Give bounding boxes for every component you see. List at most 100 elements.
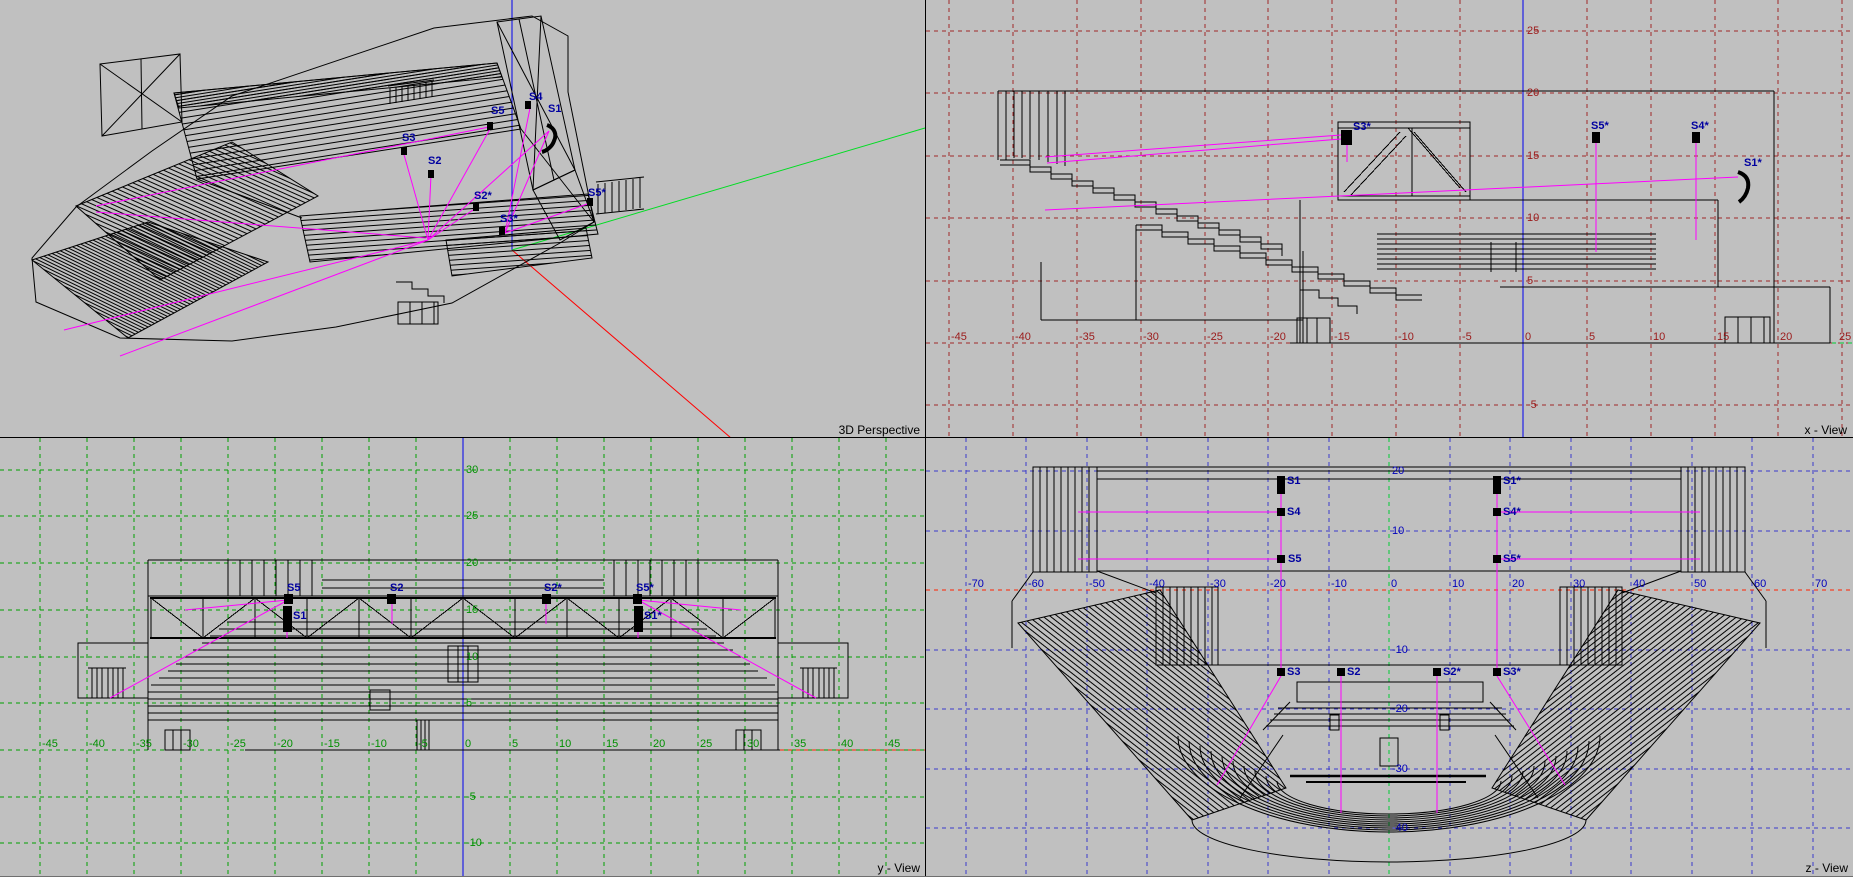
speaker-icon-s4 — [1277, 508, 1285, 516]
speaker-label-s1: S1 — [293, 610, 306, 622]
speaker-label-s2-star: S2* — [474, 190, 492, 202]
speaker-icon-s5-star — [633, 594, 642, 604]
svg-text:-5: -5 — [418, 738, 428, 750]
speaker-icon-s1-array — [1277, 476, 1285, 494]
speaker-icon-s5-star — [1592, 132, 1600, 143]
speaker-label-s4-star: S4* — [1503, 506, 1521, 518]
svg-text:-30: -30 — [183, 738, 199, 750]
speaker-icon-s5 — [487, 122, 493, 130]
speaker-label-s5-star: S5* — [1591, 120, 1609, 132]
speaker-icon-s1-array — [542, 125, 555, 152]
svg-text:15: 15 — [1717, 331, 1729, 343]
speaker-icon-s2 — [428, 170, 434, 178]
svg-text:40: 40 — [1633, 578, 1645, 590]
speaker-icon-s2 — [1337, 668, 1345, 676]
svg-text:-40: -40 — [1149, 578, 1165, 590]
svg-text:15: 15 — [606, 738, 618, 750]
speaker-label-s3-star: S3* — [500, 213, 518, 225]
speaker-label-s1-star: S1* — [1503, 475, 1521, 487]
svg-text:15: 15 — [1527, 150, 1539, 162]
speaker-icon-s4-star — [1692, 132, 1700, 143]
svg-text:30: 30 — [466, 464, 478, 476]
speaker-icon-s2-star — [473, 203, 479, 211]
view-3d-perspective[interactable]: S4 S1 S5 S3 S2 S2* S3* S5* 3D Perspectiv… — [0, 0, 926, 438]
svg-text:30: 30 — [1573, 578, 1585, 590]
speaker-label-s2: S2 — [428, 155, 441, 167]
svg-text:20: 20 — [1780, 331, 1792, 343]
svg-text:10: 10 — [466, 651, 478, 663]
speaker-label-s4: S4 — [529, 91, 543, 103]
speaker-label-s2: S2 — [390, 582, 403, 594]
svg-text:-30: -30 — [1210, 578, 1226, 590]
svg-text:25: 25 — [466, 510, 478, 522]
3d-hall-wireframe — [32, 16, 644, 341]
speaker-label-s3: S3 — [1287, 666, 1300, 678]
view-x[interactable]: S3* S5* S4* S1* -45 -40 -35 -30 -25 -20 … — [926, 0, 1853, 438]
svg-text:20: 20 — [1527, 87, 1539, 99]
speaker-label-s1: S1 — [548, 103, 561, 115]
speaker-label-s2-star: S2* — [544, 582, 562, 594]
view-title-x: x - View — [1805, 423, 1848, 437]
speaker-label-s5-star: S5* — [636, 582, 654, 594]
speaker-label-s3-star: S3* — [1503, 666, 1521, 678]
svg-text:5: 5 — [466, 697, 472, 709]
svg-text:25: 25 — [1527, 25, 1539, 37]
speaker-icon-s2-star — [542, 594, 551, 604]
speaker-label-s3: S3 — [402, 132, 415, 144]
svg-text:20: 20 — [653, 738, 665, 750]
svg-text:-45: -45 — [42, 738, 58, 750]
svg-text:-10: -10 — [1392, 644, 1408, 656]
svg-text:-15: -15 — [324, 738, 340, 750]
speaker-icon-s5-star — [1493, 555, 1501, 563]
svg-text:-30: -30 — [1143, 331, 1159, 343]
svg-text:-40: -40 — [1392, 822, 1408, 834]
svg-text:15: 15 — [466, 604, 478, 616]
speaker-icon-s1-array — [283, 606, 292, 632]
view-z[interactable]: S1 S4 S5 S3 S2 S1* S4* S5* S3* S2* -70 -… — [926, 438, 1853, 876]
svg-text:35: 35 — [794, 738, 806, 750]
svg-text:-5: -5 — [466, 791, 476, 803]
speaker-label-s4-star: S4* — [1691, 120, 1709, 132]
view-y[interactable]: S5 S2 S2* S5* S1 S1* -45 -40 -35 -30 -25… — [0, 438, 926, 876]
svg-text:-25: -25 — [230, 738, 246, 750]
speaker-icon-s3 — [1277, 668, 1285, 676]
speaker-icon-s2-star — [1433, 668, 1441, 676]
speaker-icon-s3-star — [1493, 668, 1501, 676]
svg-text:40: 40 — [841, 738, 853, 750]
speaker-label-s5-star: S5* — [588, 187, 606, 199]
svg-text:20: 20 — [1392, 465, 1404, 477]
svg-text:20: 20 — [466, 557, 478, 569]
speaker-icon-s5 — [284, 594, 293, 604]
svg-text:10: 10 — [1527, 212, 1539, 224]
speaker-label-s5: S5 — [491, 105, 504, 117]
quadrant-divider-horizontal — [0, 437, 1853, 438]
ease-main-window: S4 S1 S5 S3 S2 S2* S3* S5* 3D Perspectiv… — [0, 0, 1853, 895]
speaker-label-s1-star: S1* — [644, 610, 662, 622]
svg-text:-10: -10 — [371, 738, 387, 750]
svg-text:-20: -20 — [1392, 703, 1408, 715]
speaker-label-s5: S5 — [287, 582, 300, 594]
svg-text:-40: -40 — [1015, 331, 1031, 343]
svg-text:10: 10 — [1452, 578, 1464, 590]
svg-text:10: 10 — [1392, 525, 1404, 537]
svg-text:-45: -45 — [951, 331, 967, 343]
svg-text:60: 60 — [1754, 578, 1766, 590]
speaker-icon-s5-star — [587, 198, 593, 206]
quadrant-divider-vertical — [925, 0, 926, 876]
view-title-y: y - View — [878, 861, 921, 875]
svg-text:5: 5 — [512, 738, 518, 750]
speaker-icon-s1-star-array — [1493, 476, 1501, 494]
svg-text:-35: -35 — [1079, 331, 1095, 343]
x-view-speaker-labels: S3* S5* S4* S1* — [1353, 120, 1762, 169]
svg-text:50: 50 — [1694, 578, 1706, 590]
svg-text:-10: -10 — [1398, 331, 1414, 343]
svg-text:-5: -5 — [1462, 331, 1472, 343]
svg-text:-50: -50 — [1089, 578, 1105, 590]
svg-text:-20: -20 — [1270, 331, 1286, 343]
speaker-icon-s5 — [1277, 555, 1285, 563]
speaker-label-s2-star: S2* — [1443, 666, 1461, 678]
svg-text:20: 20 — [1512, 578, 1524, 590]
svg-text:5: 5 — [1589, 331, 1595, 343]
svg-text:-15: -15 — [1334, 331, 1350, 343]
speaker-label-s5-star: S5* — [1503, 553, 1521, 565]
